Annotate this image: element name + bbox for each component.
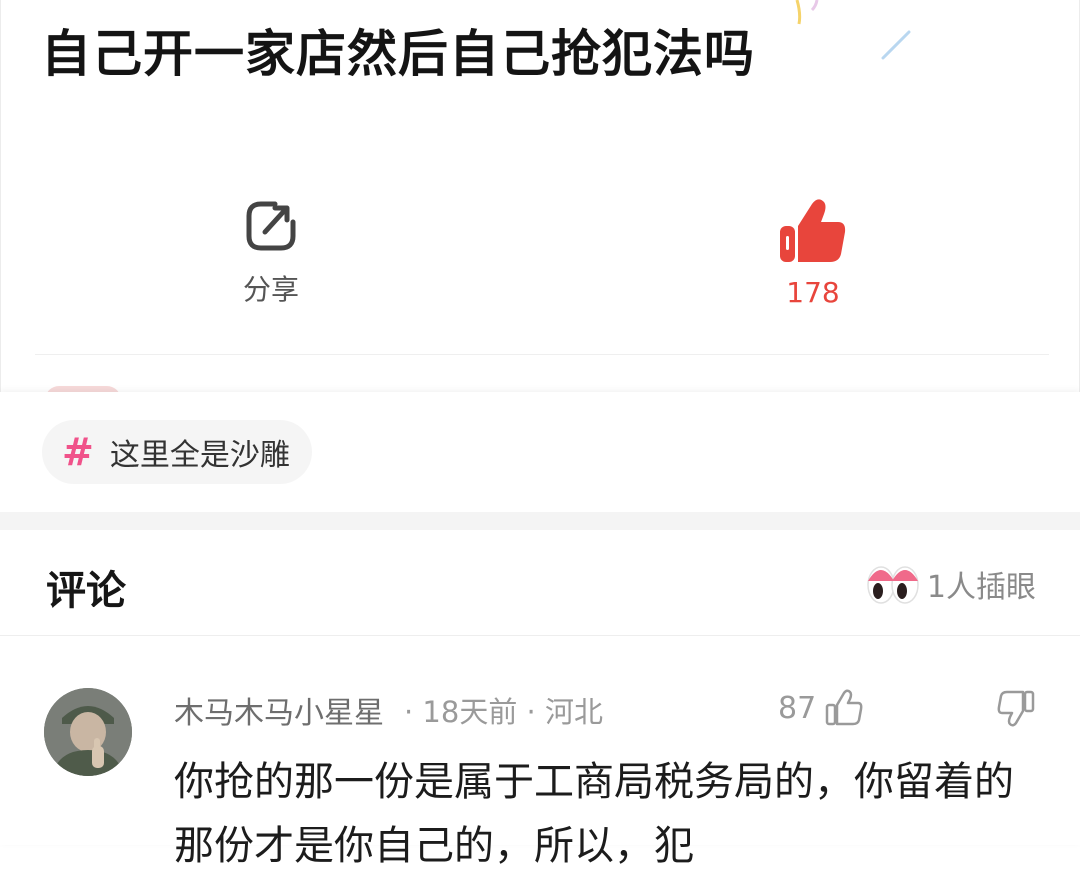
divider — [35, 354, 1049, 355]
comment-like-count: 87 — [778, 690, 817, 726]
comment-like-button[interactable]: 87 — [778, 688, 864, 728]
like-count: 178 — [786, 276, 840, 309]
comments-title: 评论 — [46, 568, 126, 614]
thumb-up-outline-icon — [825, 689, 863, 726]
divider — [0, 635, 1080, 636]
thumb-down-outline-icon — [997, 690, 1035, 727]
share-button[interactable]: 分享 — [201, 196, 341, 308]
comment-meta: 木马木马小星星 · 18天前 · 河北 — [174, 688, 603, 732]
topic-label: 这里全是沙雕 — [109, 438, 290, 473]
comment-text: 你抢的那一份是属于工商局税务局的，你留着的那份才是你自己的，所以，犯 — [174, 759, 1014, 869]
share-icon — [246, 201, 296, 251]
content-area: # 这里全是沙雕 评论 1人插眼 木马木马小星星 · 18天前 · 河北 87 … — [0, 392, 1080, 869]
hashtag-icon: # — [62, 430, 94, 474]
decoration-streak — [787, 0, 823, 26]
comment-dislike-button[interactable] — [996, 688, 1036, 732]
thumb-up-filled-icon — [780, 199, 846, 262]
section-gap — [0, 512, 1080, 530]
comment-author[interactable]: 木马木马小星星 — [174, 688, 384, 732]
like-button[interactable]: 178 — [743, 196, 883, 309]
post-card: 自己开一家店然后自己抢犯法吗 分享 178 — [0, 0, 1080, 400]
comment-time-location: · 18天前 · 河北 — [404, 695, 603, 729]
peek-indicator[interactable]: 1人插眼 — [867, 562, 1036, 606]
decoration-stroke — [879, 28, 913, 62]
peek-count: 1人插眼 — [926, 570, 1036, 605]
topic-tag[interactable]: # 这里全是沙雕 — [42, 420, 312, 484]
share-label: 分享 — [242, 273, 299, 306]
post-title: 自己开一家店然后自己抢犯法吗 — [41, 25, 755, 83]
eyes-icon — [867, 566, 919, 604]
comment-avatar[interactable] — [44, 688, 132, 776]
